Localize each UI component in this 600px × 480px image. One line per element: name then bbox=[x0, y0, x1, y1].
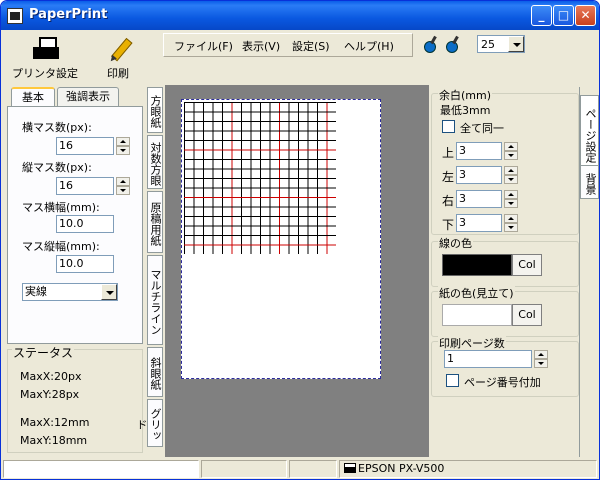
same-all-checkbox[interactable] bbox=[442, 120, 455, 133]
paper-color-button[interactable]: Col bbox=[512, 304, 542, 326]
zoom-dropdown-icon[interactable] bbox=[508, 36, 524, 52]
cell-width-label: マス横幅(mm): bbox=[22, 201, 100, 214]
v-count-input[interactable]: 16 bbox=[56, 177, 114, 195]
margin-group: 余白(mm) 最低3mm 全て同一 上 3 左 3 右 3 下 3 bbox=[431, 87, 579, 235]
right-tab-strip: ページ設定 背景 bbox=[579, 87, 599, 457]
status-maxx-px: MaxX:20px bbox=[20, 370, 82, 383]
line-style-dropdown-icon[interactable] bbox=[101, 284, 117, 300]
print-pages-group: 印刷ページ数 1 ページ番号付加 bbox=[431, 335, 579, 397]
status-maxx-mm: MaxX:12mm bbox=[20, 416, 90, 429]
menu-file[interactable]: ファイル(F) bbox=[174, 38, 233, 54]
printer-small-icon bbox=[344, 463, 356, 473]
margin-title: 余白(mm) bbox=[438, 87, 493, 103]
margin-top-spinner[interactable] bbox=[504, 142, 518, 160]
paper-color-swatch bbox=[442, 304, 512, 326]
v-count-label: 縦マス数(px): bbox=[22, 161, 92, 174]
h-count-label: 横マス数(px): bbox=[22, 121, 92, 134]
status-title: ステータス bbox=[12, 344, 75, 361]
status-maxy-mm: MaxY:18mm bbox=[20, 434, 88, 447]
maximize-button[interactable]: □ bbox=[553, 5, 574, 26]
print-pages-spinner[interactable] bbox=[534, 350, 548, 368]
add-page-number-label: ページ番号付加 bbox=[464, 376, 541, 389]
tab-page-setup[interactable]: ページ設定 bbox=[580, 95, 599, 173]
minimize-button[interactable]: _ bbox=[531, 5, 552, 26]
app-icon bbox=[7, 8, 23, 24]
pen-tool-1-icon[interactable] bbox=[421, 36, 439, 54]
status-maxy-px: MaxY:28px bbox=[20, 388, 80, 401]
margin-right-label: 右 bbox=[442, 194, 455, 208]
pen-toolbar bbox=[417, 33, 469, 57]
margin-right-input[interactable]: 3 bbox=[456, 190, 502, 208]
print-button[interactable]: 印刷 bbox=[89, 33, 147, 81]
paper-color-title: 紙の色(見立て) bbox=[438, 285, 515, 301]
tab-multiline[interactable]: マルチライン bbox=[147, 255, 163, 345]
h-count-input[interactable]: 16 bbox=[56, 137, 114, 155]
line-color-group: 線の色 Col bbox=[431, 235, 579, 287]
tab-oblique[interactable]: 斜眼紙 bbox=[147, 347, 163, 397]
status-pane-2 bbox=[201, 460, 287, 478]
margin-left-label: 左 bbox=[442, 170, 455, 184]
line-color-button[interactable]: Col bbox=[512, 254, 542, 276]
title-bar[interactable]: PaperPrint _ □ ✕ bbox=[1, 1, 599, 30]
cell-height-label: マス縦幅(mm): bbox=[22, 240, 100, 253]
margin-min-label: 最低3mm bbox=[440, 104, 491, 117]
menu-settings[interactable]: 設定(S) bbox=[292, 38, 330, 54]
margin-top-label: 上 bbox=[442, 146, 455, 160]
margin-top-input[interactable]: 3 bbox=[456, 142, 502, 160]
line-color-title: 線の色 bbox=[438, 235, 473, 251]
same-all-label: 全て同一 bbox=[460, 122, 504, 135]
tab-background[interactable]: 背景 bbox=[580, 165, 599, 199]
menu-view[interactable]: 表示(V) bbox=[242, 38, 280, 54]
margin-bottom-label: 下 bbox=[442, 218, 455, 232]
status-pane-1 bbox=[3, 460, 199, 478]
print-pages-title: 印刷ページ数 bbox=[438, 335, 506, 351]
tab-emphasis[interactable]: 強調表示 bbox=[57, 87, 119, 107]
paper-color-group: 紙の色(見立て) Col bbox=[431, 285, 579, 337]
printer-setup-button[interactable]: プリンタ設定 bbox=[9, 33, 81, 81]
status-printer-pane: EPSON PX-V500 bbox=[339, 460, 597, 478]
basic-tab-panel: 横マス数(px): 16 縦マス数(px): 16 マス横幅(mm): 10.0… bbox=[7, 106, 143, 344]
status-group: ステータス MaxX:20px MaxY:28px MaxX:12mm MaxY… bbox=[7, 344, 143, 453]
status-pane-3 bbox=[289, 460, 337, 478]
v-count-spinner[interactable] bbox=[116, 177, 130, 195]
margin-left-input[interactable]: 3 bbox=[456, 166, 502, 184]
main-toolbar: プリンタ設定 印刷 bbox=[5, 31, 157, 83]
left-panel: 基本 強調表示 横マス数(px): 16 縦マス数(px): 16 マス横幅(m… bbox=[5, 87, 145, 345]
margin-bottom-spinner[interactable] bbox=[504, 214, 518, 232]
margin-right-spinner[interactable] bbox=[504, 190, 518, 208]
tab-log-paper[interactable]: 対数方眼 bbox=[147, 135, 163, 189]
add-page-number-checkbox[interactable] bbox=[446, 374, 459, 387]
tab-manuscript[interactable]: 原稿用紙 bbox=[147, 191, 163, 253]
zoom-select[interactable]: 25 bbox=[477, 35, 525, 53]
printer-icon bbox=[33, 37, 59, 63]
app-window: PaperPrint _ □ ✕ プリンタ設定 印刷 ファイル(F) 表示(V)… bbox=[0, 0, 600, 480]
margin-left-spinner[interactable] bbox=[504, 166, 518, 184]
grid-drawing bbox=[184, 102, 336, 254]
cell-height-input[interactable]: 10.0 bbox=[56, 255, 114, 273]
menu-bar: ファイル(F) 表示(V) 設定(S) ヘルプ(H) bbox=[163, 33, 413, 57]
print-pages-input[interactable]: 1 bbox=[444, 350, 532, 368]
cell-width-input[interactable]: 10.0 bbox=[56, 215, 114, 233]
zoom-value: 25 bbox=[481, 38, 495, 51]
printer-setup-label: プリンタ設定 bbox=[12, 67, 78, 80]
close-button[interactable]: ✕ bbox=[575, 5, 596, 26]
line-style-select[interactable]: 実線 bbox=[22, 283, 118, 301]
h-count-spinner[interactable] bbox=[116, 137, 130, 155]
print-label: 印刷 bbox=[107, 67, 129, 80]
line-color-swatch bbox=[442, 254, 512, 276]
pen-tool-2-icon[interactable] bbox=[443, 36, 461, 54]
pencil-icon bbox=[101, 29, 140, 68]
preview-area[interactable] bbox=[165, 85, 429, 457]
menu-help[interactable]: ヘルプ(H) bbox=[344, 38, 394, 54]
tab-grid[interactable]: グリッド bbox=[135, 399, 163, 447]
window-title: PaperPrint bbox=[29, 7, 108, 22]
tab-graph-paper[interactable]: 方眼紙 bbox=[147, 87, 163, 133]
right-panel: 余白(mm) 最低3mm 全て同一 上 3 左 3 右 3 下 3 線の色 Co… bbox=[431, 85, 579, 457]
margin-bottom-input[interactable]: 3 bbox=[456, 214, 502, 232]
status-bar: EPSON PX-V500 bbox=[3, 459, 599, 479]
status-printer-name: EPSON PX-V500 bbox=[358, 462, 445, 475]
line-style-value: 実線 bbox=[25, 285, 47, 298]
paper-preview bbox=[181, 99, 381, 379]
tab-basic[interactable]: 基本 bbox=[11, 87, 55, 107]
